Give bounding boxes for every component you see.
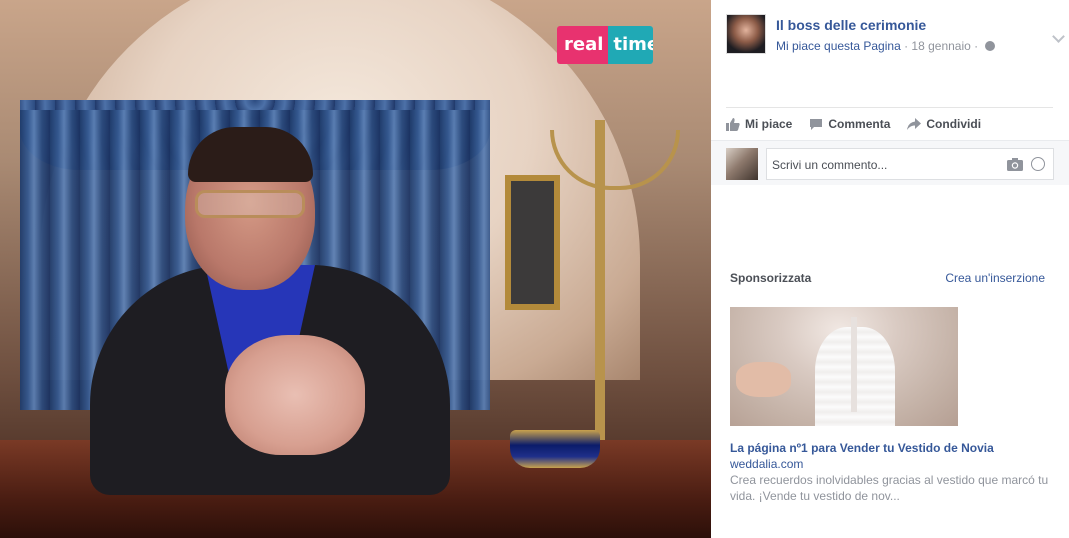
post-actions: Mi piace Commenta Condividi: [726, 114, 981, 134]
meta-separator-2: ·: [970, 39, 982, 53]
post-header: Il boss delle cerimonie Mi piace questa …: [726, 14, 1065, 58]
chevron-down-icon[interactable]: [1052, 30, 1065, 43]
comment-icon: [810, 118, 823, 130]
post-side-panel: Il boss delle cerimonie Mi piace questa …: [711, 0, 1069, 538]
ad-title-link[interactable]: La página nº1 para Vender tu Vestido de …: [730, 441, 994, 455]
ad-hand: [736, 362, 791, 397]
globe-icon: [985, 41, 996, 51]
share-button[interactable]: Condividi: [907, 114, 981, 134]
comment-placeholder: Scrivi un commento...: [772, 158, 888, 172]
smiley-icon[interactable]: [1031, 157, 1045, 171]
post-meta: Mi piace questa Pagina · 18 gennaio ·: [776, 39, 996, 53]
person-glasses: [195, 190, 305, 218]
thumbs-up-icon: [726, 117, 740, 131]
post-media-image[interactable]: real time: [0, 0, 711, 538]
create-ad-link[interactable]: Crea un'inserzione: [945, 271, 1045, 285]
sponsored-header: Sponsorizzata Crea un'inserzione: [730, 271, 1045, 285]
like-label: Mi piace: [745, 117, 793, 131]
post-date[interactable]: 18 gennaio: [911, 39, 970, 53]
logo-part-real: real: [557, 26, 609, 64]
sponsored-title: Sponsorizzata: [730, 271, 812, 285]
person-hands: [225, 335, 365, 455]
comment-button[interactable]: Commenta: [809, 114, 890, 134]
logo-part-time: time: [608, 26, 653, 64]
share-icon: [907, 117, 922, 130]
comment-input[interactable]: Scrivi un commento...: [766, 148, 1054, 180]
user-avatar[interactable]: [726, 148, 758, 180]
ad-body-text: Crea recuerdos inolvidables gracias al v…: [730, 473, 1049, 503]
meta-separator: ·: [900, 39, 912, 53]
ad-domain-link[interactable]: weddalia.com: [730, 457, 803, 471]
candelabra: [595, 120, 605, 440]
share-label: Condividi: [926, 117, 982, 131]
like-button[interactable]: Mi piace: [726, 114, 792, 134]
ad-image[interactable]: [730, 307, 958, 426]
page-name-link[interactable]: Il boss delle cerimonie: [776, 17, 926, 33]
wall-painting: [505, 175, 560, 310]
realtime-logo: real time: [557, 26, 653, 64]
page-avatar[interactable]: [726, 14, 766, 54]
camera-icon[interactable]: [1007, 158, 1023, 171]
comment-composer: Scrivi un commento...: [711, 140, 1069, 185]
ad-corset-lace: [851, 317, 857, 412]
comment-label: Commenta: [828, 117, 891, 131]
divider: [726, 107, 1053, 108]
glass-bowl: [510, 430, 600, 468]
like-page-link[interactable]: Mi piace questa Pagina: [776, 39, 901, 53]
